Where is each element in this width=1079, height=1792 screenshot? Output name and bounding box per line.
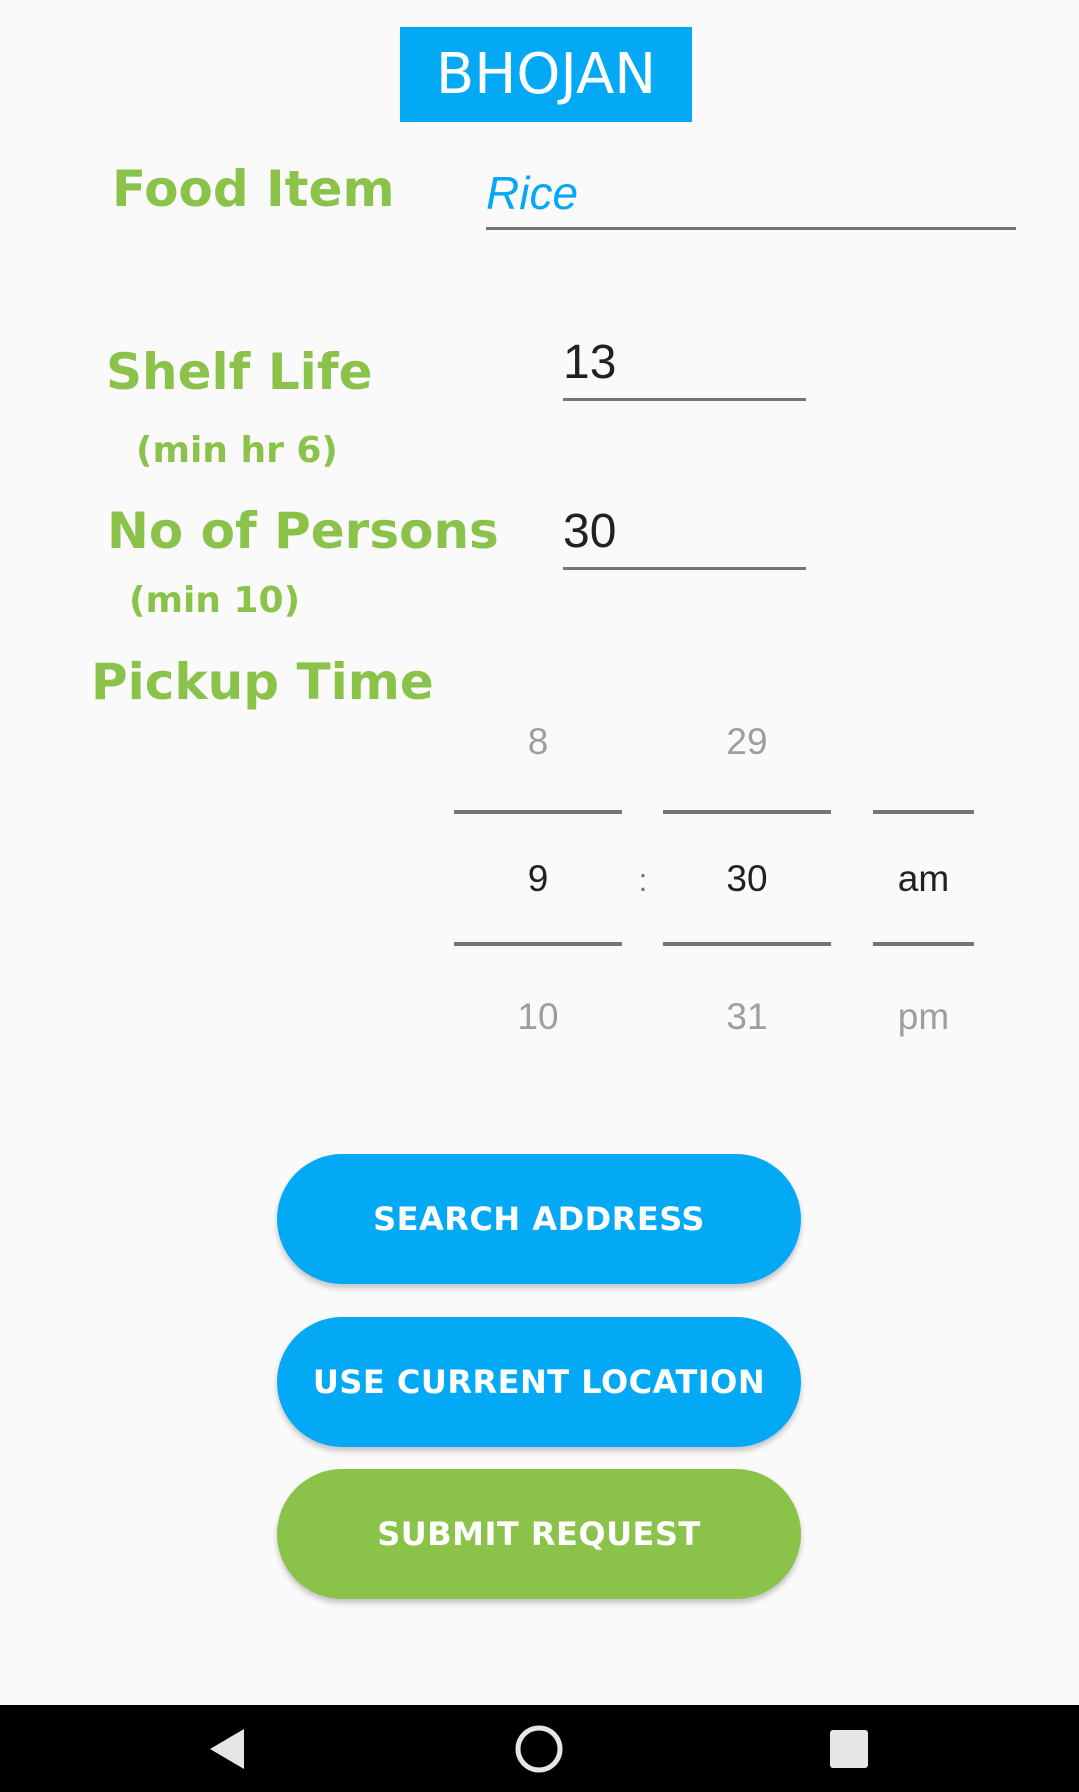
- submit-request-button[interactable]: SUBMIT REQUEST: [277, 1469, 801, 1599]
- hour-divider-top: [454, 810, 622, 814]
- food-item-input[interactable]: Rice: [486, 160, 1016, 230]
- persons-input[interactable]: 30: [563, 502, 806, 570]
- ampm-divider-top: [873, 810, 974, 814]
- shelf-life-input[interactable]: 13: [563, 333, 806, 401]
- food-item-label: Food Item: [112, 160, 395, 218]
- minute-picker[interactable]: 29 30 31: [663, 700, 831, 1040]
- pickup-time-label: Pickup Time: [91, 653, 434, 711]
- shelf-life-hint: (min hr 6): [136, 430, 338, 471]
- home-icon[interactable]: [511, 1705, 567, 1792]
- hour-next[interactable]: 10: [454, 996, 622, 1038]
- shelf-life-label: Shelf Life: [106, 343, 373, 401]
- shelf-life-value: 13: [563, 336, 617, 389]
- ampm-next[interactable]: pm: [873, 996, 974, 1038]
- persons-hint: (min 10): [129, 580, 301, 621]
- hour-selected[interactable]: 9: [454, 858, 622, 900]
- use-current-location-button[interactable]: USE CURRENT LOCATION: [277, 1317, 801, 1447]
- system-navigation-bar: [0, 1705, 1079, 1792]
- minute-divider-bottom: [663, 942, 831, 946]
- ampm-divider-bottom: [873, 942, 974, 946]
- app-logo-title: BHOJAN: [400, 27, 692, 122]
- hour-prev[interactable]: 8: [454, 721, 622, 763]
- food-item-value: Rice: [486, 167, 579, 219]
- minute-divider-top: [663, 810, 831, 814]
- ampm-selected[interactable]: am: [873, 858, 974, 900]
- time-separator: :: [638, 862, 648, 898]
- hour-picker[interactable]: 8 9 10: [454, 700, 622, 1040]
- persons-label: No of Persons: [107, 502, 499, 560]
- persons-value: 30: [563, 505, 617, 558]
- recents-icon[interactable]: [826, 1705, 872, 1792]
- ampm-picker[interactable]: am pm: [873, 700, 974, 1040]
- minute-prev[interactable]: 29: [663, 721, 831, 763]
- hour-divider-bottom: [454, 942, 622, 946]
- minute-next[interactable]: 31: [663, 996, 831, 1038]
- minute-selected[interactable]: 30: [663, 858, 831, 900]
- back-icon[interactable]: [196, 1705, 256, 1792]
- search-address-button[interactable]: SEARCH ADDRESS: [277, 1154, 801, 1284]
